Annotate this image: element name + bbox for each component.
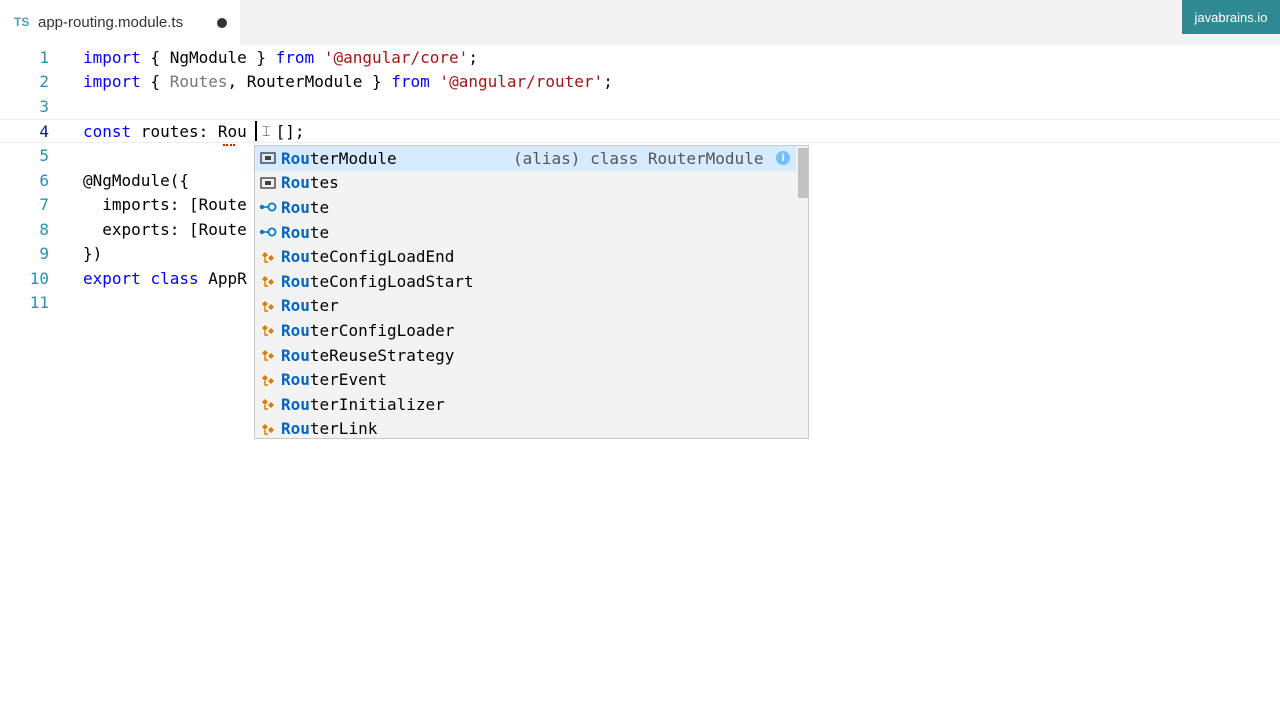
suggestion-label: RouterLink [281, 419, 378, 439]
code-line: 1 import { NgModule } from '@angular/cor… [0, 46, 1280, 70]
line-number: 6 [39, 171, 49, 190]
suggestion-item[interactable]: Route [255, 220, 796, 245]
class-icon [255, 417, 281, 438]
code-text: }) [83, 244, 103, 263]
suggestion-label: Route [281, 222, 330, 242]
line-number: 9 [39, 244, 49, 263]
code-text: import { NgModule } from '@angular/core'… [83, 48, 478, 67]
suggestion-item[interactable]: Routes [255, 171, 796, 196]
code-text: export class AppR [83, 269, 247, 288]
suggestion-item[interactable]: RouterLink [255, 417, 796, 439]
suggestion-item[interactable]: RouteConfigLoadStart [255, 269, 796, 294]
suggestion-label: RouterModule [281, 148, 397, 168]
code-line: 3 [0, 95, 1280, 119]
code-text: @NgModule({ [83, 171, 189, 190]
suggestion-widget[interactable]: RouterModule (alias) class RouterModule i R… [254, 145, 809, 439]
code-text: const routes: Rou []; [83, 122, 305, 141]
text-cursor [255, 121, 257, 141]
line-number: 10 [29, 269, 49, 288]
line-number: 11 [29, 293, 49, 312]
suggestion-detail: (alias) class RouterModule [513, 148, 764, 168]
suggestion-label: RouterConfigLoader [281, 320, 455, 340]
suggestion-item[interactable]: RouteConfigLoadEnd [255, 244, 796, 269]
line-number: 7 [39, 195, 49, 214]
suggestion-label: Routes [281, 173, 339, 193]
module-icon [255, 146, 281, 170]
suggestion-item[interactable]: RouterModule (alias) class RouterModule i [255, 146, 796, 171]
class-icon [255, 318, 281, 342]
unsaved-dot-icon[interactable] [217, 18, 227, 28]
line-number: 5 [39, 146, 49, 165]
suggestion-scrollbar[interactable] [797, 146, 808, 438]
module-icon [255, 171, 281, 195]
class-icon [255, 294, 281, 318]
code-text: imports: [Route [83, 195, 247, 214]
class-icon [255, 392, 281, 416]
line-number: 4 [39, 122, 49, 141]
suggestion-label: RouteReuseStrategy [281, 345, 455, 365]
line-number: 2 [39, 72, 49, 91]
suggestion-item[interactable]: RouterConfigLoader [255, 318, 796, 343]
suggestion-label: RouterEvent [281, 370, 387, 390]
suggestion-item[interactable]: Route [255, 195, 796, 220]
suggestion-label: RouterInitializer [281, 394, 445, 414]
scrollbar-thumb[interactable] [798, 148, 808, 198]
suggestion-label: RouteConfigLoadStart [281, 271, 474, 291]
mouse-ibeam-icon: ⌶ [262, 124, 271, 140]
line-number: 1 [39, 48, 49, 67]
watermark-logo: javabrains.io [1182, 0, 1280, 34]
suggestion-item[interactable]: RouterInitializer [255, 392, 796, 417]
suggestion-label: Route [281, 197, 330, 217]
interface-icon [255, 220, 281, 244]
class-icon [255, 343, 281, 367]
suggestion-label: RouteConfigLoadEnd [281, 247, 455, 267]
error-squiggle [223, 140, 235, 146]
code-text: import { Routes, RouterModule } from '@a… [83, 72, 613, 91]
class-icon [255, 368, 281, 392]
tab-title: app-routing.module.ts [38, 14, 184, 31]
suggestion-item[interactable]: RouteReuseStrategy [255, 343, 796, 368]
code-text: exports: [Route [83, 220, 247, 239]
suggestion-item[interactable]: RouterEvent [255, 367, 796, 392]
info-icon[interactable]: i [776, 151, 790, 165]
tab-bar: TS app-routing.module.ts [0, 0, 1280, 45]
class-icon [255, 245, 281, 269]
code-line-current: 4 const routes: Rou []; [0, 119, 1280, 143]
class-icon [255, 269, 281, 293]
code-line: 2 import { Routes, RouterModule } from '… [0, 70, 1280, 94]
suggestion-item[interactable]: Router [255, 294, 796, 319]
typescript-file-icon: TS [14, 15, 30, 29]
line-number: 3 [39, 97, 49, 116]
interface-icon [255, 195, 281, 219]
line-number: 8 [39, 220, 49, 239]
suggestion-label: Router [281, 296, 339, 316]
editor-tab[interactable]: TS app-routing.module.ts [0, 0, 240, 45]
